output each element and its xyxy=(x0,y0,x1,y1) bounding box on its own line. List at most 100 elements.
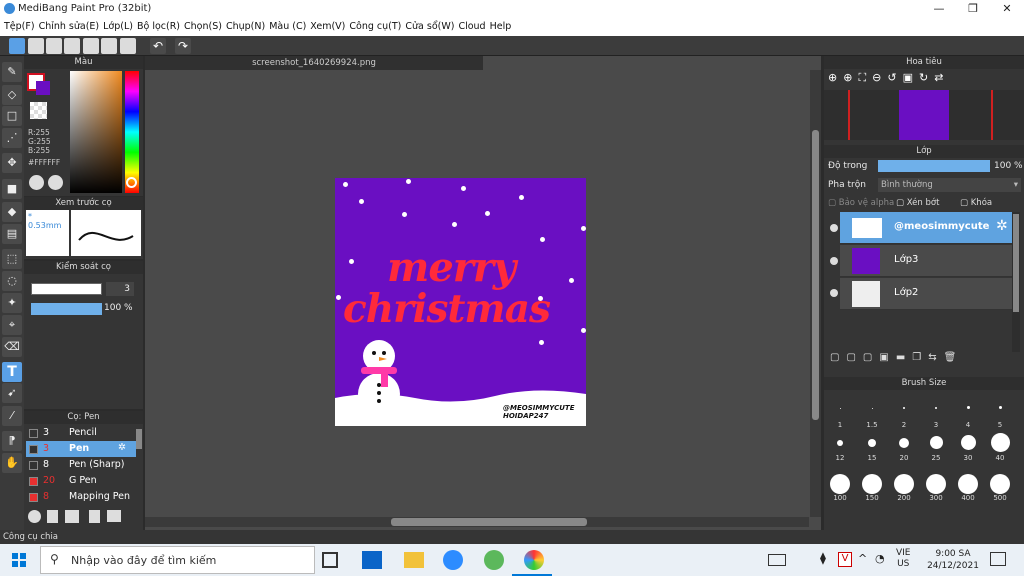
add-brush-icon[interactable] xyxy=(28,510,41,523)
minimize-button[interactable]: — xyxy=(922,0,956,18)
secondary-color-swatch[interactable] xyxy=(36,81,50,95)
brush-size-4[interactable]: 4 xyxy=(953,390,983,430)
hue-handle[interactable] xyxy=(126,177,137,188)
select-eraser-tool-icon[interactable]: ⌫ xyxy=(2,337,22,357)
clock[interactable]: 9:00 SA 24/12/2021 xyxy=(926,548,980,572)
rotate-right-icon[interactable]: ↻ xyxy=(919,71,934,84)
gear-icon[interactable]: ✲ xyxy=(996,218,1008,234)
lasso-tool-icon[interactable]: ◌ xyxy=(2,271,22,291)
comment-icon[interactable] xyxy=(46,38,62,54)
new-layer-icon[interactable]: ▢ xyxy=(830,352,846,363)
visibility-icon[interactable] xyxy=(830,289,838,297)
brush-tool-icon[interactable]: ✎ xyxy=(2,62,22,82)
saturation-value-picker[interactable] xyxy=(70,71,122,193)
move-layer-icon[interactable]: ⇆ xyxy=(928,352,943,363)
brush-size-2[interactable]: 2 xyxy=(889,390,919,430)
page-icon[interactable] xyxy=(101,38,117,54)
menu-help[interactable]: Help xyxy=(490,18,516,36)
medibang-icon[interactable] xyxy=(524,550,544,570)
brush-size-5[interactable]: 5 xyxy=(985,390,1015,430)
layers-scrollbar[interactable] xyxy=(1012,212,1020,352)
brush-settings-icon[interactable] xyxy=(89,510,100,523)
fullscreen-icon[interactable]: ▣ xyxy=(903,71,919,84)
brush-size-1[interactable]: 1 xyxy=(825,390,855,430)
brush-size-100[interactable]: 100 xyxy=(825,472,855,512)
rotate-left-icon[interactable]: ↺ xyxy=(887,71,902,84)
task-view-icon[interactable] xyxy=(322,552,338,568)
menu-file[interactable]: Tệp(F) xyxy=(4,18,39,36)
menu-filter[interactable]: Bộ lọc(R) xyxy=(137,18,184,36)
divide-tool-icon[interactable]: ⁄ xyxy=(2,406,22,426)
zoom-out-icon[interactable]: ⊖ xyxy=(872,71,887,84)
trash-icon[interactable]: 🗑 xyxy=(944,352,964,363)
zoom-in-alt-icon[interactable]: ⊕ xyxy=(843,71,858,84)
menu-window[interactable]: Cửa sổ(W) xyxy=(405,18,458,36)
brush-size-30[interactable]: 30 xyxy=(953,430,983,470)
layer-row-lop2[interactable]: Lớp2 xyxy=(840,278,1012,310)
magic-wand-tool-icon[interactable]: ✦ xyxy=(2,293,22,313)
new-brush-icon[interactable] xyxy=(47,510,58,523)
maximize-button[interactable]: ❐ xyxy=(956,0,990,18)
brush-size-3[interactable]: 3 xyxy=(921,390,951,430)
close-button[interactable]: ✕ xyxy=(990,0,1024,18)
mail-icon[interactable] xyxy=(362,551,382,569)
brush-item-mapping-pen[interactable]: 8 Mapping Pen xyxy=(26,489,136,505)
brush-opacity-slider[interactable] xyxy=(31,303,102,315)
layer-row-lop3[interactable]: Lớp3 xyxy=(840,245,1012,277)
brush-size-15[interactable]: 15 xyxy=(857,430,887,470)
duplicate-icon[interactable]: ❐ xyxy=(912,352,928,363)
flip-icon[interactable]: ⇄ xyxy=(934,71,949,84)
hue-slider[interactable] xyxy=(125,71,139,193)
wifi-icon[interactable]: ◔ xyxy=(875,552,885,565)
clipping-checkbox[interactable]: ▢ Xén bớt xyxy=(896,198,939,208)
select-pen-tool-icon[interactable]: ⌖ xyxy=(2,315,22,335)
brush-size-200[interactable]: 200 xyxy=(889,472,919,512)
brush-size-value[interactable]: 3 xyxy=(106,282,134,296)
alpha-protect-checkbox[interactable]: ▢ Bảo vệ alpha xyxy=(828,198,894,208)
file-explorer-icon[interactable] xyxy=(404,552,424,568)
canvas-tab[interactable]: screenshot_1640269924.png xyxy=(145,56,483,70)
select-rect-tool-icon[interactable]: ⬚ xyxy=(2,249,22,269)
brush-size-40[interactable]: 40 xyxy=(985,430,1015,470)
hand-tool-icon[interactable]: ✋ xyxy=(2,453,22,473)
lock-checkbox[interactable]: ▢ Khóa xyxy=(960,198,992,208)
menu-tools[interactable]: Công cụ(T) xyxy=(349,18,405,36)
brush-item-pen-sharp[interactable]: 8 Pen (Sharp) xyxy=(26,457,136,473)
keyboard-icon[interactable] xyxy=(768,554,786,566)
brush-size-300[interactable]: 300 xyxy=(921,472,951,512)
share-icon[interactable] xyxy=(28,38,44,54)
eyedropper-tool-icon[interactable]: ⁋ xyxy=(2,431,22,451)
dot-tool-icon[interactable]: ⋰ xyxy=(2,128,22,148)
brush-size-500[interactable]: 500 xyxy=(985,472,1015,512)
move-tool-icon[interactable]: ✥ xyxy=(2,153,22,173)
fit-icon[interactable]: ⛶ xyxy=(858,71,872,84)
visibility-icon[interactable] xyxy=(830,257,838,265)
brush-list-scrollbar[interactable] xyxy=(136,429,142,449)
menu-select[interactable]: Chọn(S) xyxy=(184,18,226,36)
layer-opacity-slider[interactable] xyxy=(878,160,990,172)
cloud-icon[interactable] xyxy=(9,38,25,54)
horizontal-scrollbar[interactable] xyxy=(145,517,809,527)
rectangle-tool-icon[interactable]: □ xyxy=(2,106,22,126)
palette-add-icon[interactable] xyxy=(48,175,63,190)
fill-shape-tool-icon[interactable]: ■ xyxy=(2,179,22,199)
brush-item-pencil[interactable]: 3 Pencil xyxy=(26,425,136,441)
brush-size-20[interactable]: 20 xyxy=(889,430,919,470)
zoom-in-icon[interactable]: ⊕ xyxy=(828,71,843,84)
transparent-color-swatch[interactable] xyxy=(30,102,47,119)
taskbar-search[interactable]: ⚲ Nhập vào đây để tìm kiếm xyxy=(40,546,315,574)
brush-menu-icon[interactable] xyxy=(65,510,79,523)
brush-size-slider[interactable] xyxy=(31,283,102,295)
dropbox-icon[interactable]: ⧫ xyxy=(820,551,826,565)
menu-color[interactable]: Màu (C) xyxy=(269,18,310,36)
palette-icon[interactable] xyxy=(29,175,44,190)
blend-mode-select[interactable]: Bình thường ▾ xyxy=(878,178,1021,192)
layer-row-meosimmycute[interactable]: @meosimmycute ✲ xyxy=(840,212,1012,244)
eraser-tool-icon[interactable]: ◇ xyxy=(2,85,22,105)
chevron-up-icon[interactable]: ^ xyxy=(858,552,867,565)
brush-size-1-5[interactable]: 1.5 xyxy=(857,390,887,430)
visibility-icon[interactable] xyxy=(830,224,838,232)
horizontal-scroll-thumb[interactable] xyxy=(391,518,587,526)
vertical-scroll-thumb[interactable] xyxy=(812,130,819,420)
undo-icon[interactable]: ↶ xyxy=(150,38,166,54)
